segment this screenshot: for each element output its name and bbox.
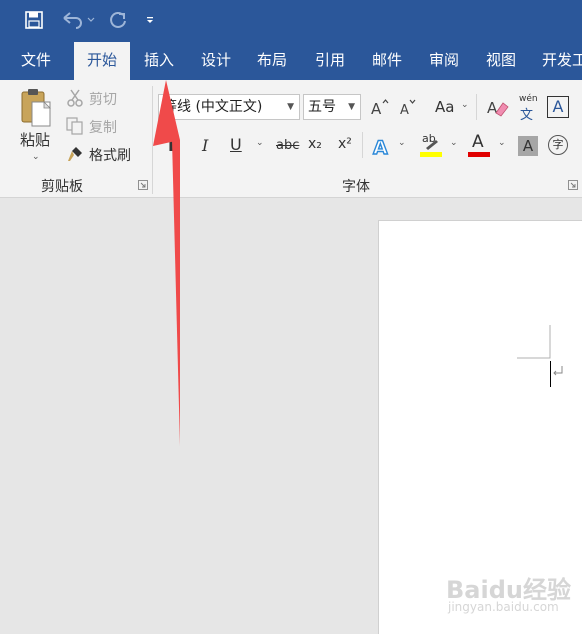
ribbon-home: 粘贴 ⌄ 剪切 复制 格式刷 剪贴板 等线 (中文正文) ▼ 五号 ▼ A A … <box>0 80 582 198</box>
highlighter-icon <box>426 140 438 150</box>
eraser-icon: A <box>487 99 509 117</box>
divider <box>362 132 363 158</box>
tab-review[interactable]: 审阅 <box>418 40 470 80</box>
redo-button[interactable] <box>106 6 130 34</box>
paste-button[interactable]: 粘贴 ⌄ <box>12 86 60 166</box>
watermark-url: jingyan.baidu.com <box>448 600 559 614</box>
paste-dropdown-icon[interactable]: ⌄ <box>32 152 40 162</box>
margin-corner-mark <box>517 325 551 359</box>
font-color-button[interactable]: A ⌄ <box>468 132 508 160</box>
tab-references[interactable]: 引用 <box>304 40 356 80</box>
strikethrough-button[interactable]: abc <box>276 138 300 153</box>
underline-dropdown-icon[interactable]: ⌄ <box>256 138 264 148</box>
change-case-button[interactable]: Aa ⌄ <box>433 96 471 118</box>
italic-button[interactable]: I <box>202 136 216 155</box>
underline-button[interactable]: U <box>230 135 246 154</box>
paragraph-mark-icon <box>553 366 563 376</box>
chevron-down-icon: ⌄ <box>498 138 506 148</box>
tab-mailings[interactable]: 邮件 <box>361 40 413 80</box>
text-effects-button[interactable]: A ⌄ <box>372 134 408 159</box>
character-shading-button[interactable]: A <box>518 136 538 156</box>
font-color-letter: A <box>472 132 484 152</box>
grow-font-icon: A <box>371 99 389 118</box>
svg-text:A: A <box>373 137 388 158</box>
bold-button[interactable]: B <box>168 136 184 155</box>
tab-file[interactable]: 文件 <box>6 40 66 80</box>
paste-label: 粘贴 <box>20 131 51 149</box>
tab-home[interactable]: 开始 <box>74 42 130 80</box>
cut-button[interactable]: 剪切 <box>64 88 144 110</box>
font-dialog-launcher-icon[interactable] <box>568 180 578 190</box>
undo-button[interactable] <box>58 6 98 34</box>
chevron-down-icon: ▼ <box>348 102 355 112</box>
chevron-down-icon: ⌄ <box>461 100 469 110</box>
tab-layout[interactable]: 布局 <box>246 40 298 80</box>
copy-button[interactable]: 复制 <box>64 116 144 138</box>
tab-developer[interactable]: 开发工 <box>532 40 582 80</box>
clipboard-dialog-launcher-icon[interactable] <box>138 180 148 190</box>
text-highlight-button[interactable]: ab ⌄ <box>420 132 460 160</box>
superscript-button[interactable]: x² <box>338 136 356 152</box>
font-name-dropdown[interactable]: 等线 (中文正文) ▼ <box>158 94 300 120</box>
font-size-dropdown[interactable]: 五号 ▼ <box>303 94 361 120</box>
subscript-button[interactable]: x₂ <box>308 136 326 152</box>
text-effects-icon: A <box>372 136 388 159</box>
save-icon <box>25 11 43 29</box>
copy-icon <box>66 117 83 135</box>
tab-design[interactable]: 设计 <box>190 40 242 80</box>
paste-icon <box>21 89 51 127</box>
scissors-icon <box>67 89 83 107</box>
font-name-value: 等线 (中文正文) <box>163 99 263 115</box>
clear-formatting-button[interactable]: A <box>486 95 510 119</box>
format-painter-label: 格式刷 <box>89 148 131 164</box>
cut-label: 剪切 <box>89 92 117 108</box>
chevron-down-icon: ⌄ <box>398 138 406 148</box>
copy-label: 复制 <box>89 120 117 136</box>
divider <box>476 94 477 120</box>
svg-text:A: A <box>487 99 498 117</box>
redo-icon <box>110 12 126 28</box>
text-cursor <box>550 361 551 387</box>
grow-font-button[interactable]: A <box>370 96 390 118</box>
undo-icon <box>63 12 95 29</box>
character-border-button[interactable]: A <box>547 96 569 118</box>
paintbrush-icon <box>68 147 82 161</box>
chevron-down-icon: ▼ <box>285 95 294 119</box>
enclose-characters-button[interactable]: 字 <box>548 135 568 155</box>
change-case-label: Aa <box>435 98 455 116</box>
ribbon-tabs: 文件 开始 插入 设计 布局 引用 邮件 审阅 视图 开发工 <box>0 40 582 80</box>
tab-view[interactable]: 视图 <box>475 40 527 80</box>
group-separator <box>152 86 153 194</box>
font-color-bar <box>468 152 490 157</box>
clipboard-group-label: 剪贴板 <box>41 179 83 195</box>
phonetic-guide-button[interactable]: wén 文 <box>517 92 539 123</box>
font-group-label: 字体 <box>342 179 370 195</box>
svg-text:A: A <box>371 100 382 118</box>
tab-insert[interactable]: 插入 <box>134 40 184 80</box>
customize-qat-icon <box>147 17 153 23</box>
phonetic-guide-char: 文 <box>520 108 534 123</box>
format-painter-button[interactable]: 格式刷 <box>64 144 144 166</box>
svg-text:A: A <box>400 103 409 118</box>
font-size-value: 五号 <box>308 99 336 115</box>
chevron-down-icon: ⌄ <box>450 138 458 148</box>
quick-access-toolbar <box>0 0 582 40</box>
save-button[interactable] <box>22 6 46 34</box>
highlight-color-bar <box>420 152 442 157</box>
shrink-font-icon: A <box>400 99 416 118</box>
shrink-font-button[interactable]: A <box>398 96 418 118</box>
phonetic-guide-top: wén <box>519 94 538 104</box>
customize-qat-button[interactable] <box>142 6 158 34</box>
